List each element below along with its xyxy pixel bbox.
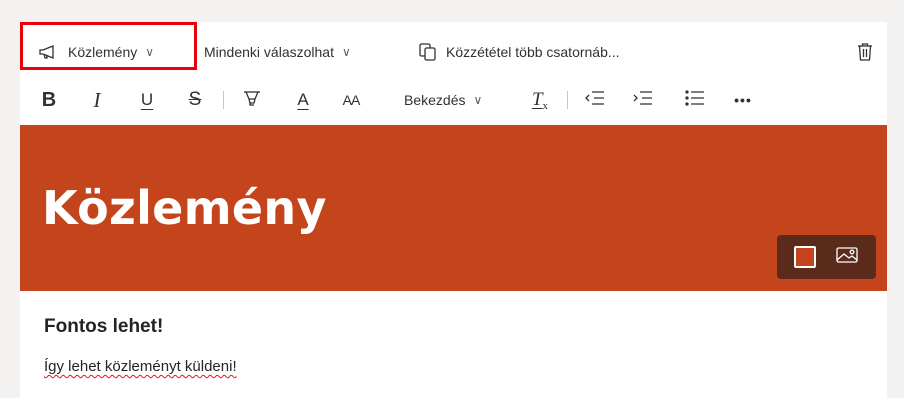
banner-color-picker[interactable] bbox=[794, 246, 817, 268]
italic-icon: I bbox=[93, 87, 101, 112]
compose-card: Közlemény ∨ Mindenki válaszolhat ∨ Közzé… bbox=[20, 22, 887, 398]
chevron-down-icon: ∨ bbox=[341, 45, 351, 59]
formatting-toolbar: B I U S A AA Bekezdés ∨ Tx ••• bbox=[20, 82, 887, 118]
highlighter-icon bbox=[242, 88, 262, 113]
paragraph-dropdown[interactable]: Bekezdés ∨ bbox=[404, 82, 482, 118]
font-size-icon: AA bbox=[342, 92, 361, 108]
clear-formatting-icon: Tx bbox=[531, 89, 549, 112]
chevron-down-icon: ∨ bbox=[145, 45, 155, 59]
announcement-banner[interactable]: Közlemény bbox=[20, 125, 887, 291]
compose-top-toolbar: Közlemény ∨ Mindenki válaszolhat ∨ Közzé… bbox=[20, 22, 887, 70]
increase-indent-button[interactable] bbox=[630, 82, 656, 118]
highlight-button[interactable] bbox=[240, 82, 264, 118]
reply-setting-dropdown[interactable]: Mindenki válaszolhat ∨ bbox=[204, 34, 351, 70]
megaphone-icon bbox=[38, 43, 60, 61]
decrease-indent-button[interactable] bbox=[582, 82, 608, 118]
bold-icon: B bbox=[41, 88, 57, 111]
banner-title[interactable]: Közlemény bbox=[42, 181, 327, 235]
crosspost-label: Közzététel több csatornáb... bbox=[446, 44, 620, 60]
post-body[interactable]: Így lehet közleményt küldeni! bbox=[44, 358, 237, 375]
chevron-down-icon: ∨ bbox=[473, 93, 483, 107]
decrease-indent-icon bbox=[584, 89, 606, 112]
increase-indent-icon bbox=[632, 89, 654, 112]
banner-tools bbox=[777, 235, 876, 279]
font-color-button[interactable]: A bbox=[292, 82, 314, 118]
strikethrough-button[interactable]: S bbox=[184, 82, 206, 118]
more-options-icon: ••• bbox=[734, 92, 752, 108]
bulleted-list-icon bbox=[684, 89, 706, 112]
paragraph-label: Bekezdés bbox=[404, 92, 466, 108]
bold-button[interactable]: B bbox=[38, 82, 60, 118]
reply-setting-label: Mindenki válaszolhat bbox=[204, 44, 334, 60]
strikethrough-icon: S bbox=[188, 89, 202, 110]
more-options-button[interactable]: ••• bbox=[730, 82, 756, 118]
toolbar-separator bbox=[567, 91, 568, 109]
clear-formatting-button[interactable]: Tx bbox=[528, 82, 552, 118]
image-icon[interactable] bbox=[835, 245, 859, 270]
toolbar-separator bbox=[223, 91, 224, 109]
post-type-dropdown[interactable]: Közlemény ∨ bbox=[38, 34, 154, 70]
italic-button[interactable]: I bbox=[86, 82, 108, 118]
underline-button[interactable]: U bbox=[136, 82, 158, 118]
delete-button[interactable] bbox=[857, 34, 873, 70]
bulleted-list-button[interactable] bbox=[682, 82, 708, 118]
underline-icon: U bbox=[140, 90, 154, 109]
post-type-label: Közlemény bbox=[68, 44, 138, 60]
crosspost-button[interactable]: Közzététel több csatornáb... bbox=[418, 34, 620, 70]
post-subject[interactable]: Fontos lehet! bbox=[44, 316, 163, 338]
font-color-icon: A bbox=[297, 90, 309, 109]
trash-icon bbox=[857, 42, 873, 62]
copy-icon bbox=[418, 42, 438, 62]
font-size-button[interactable]: AA bbox=[338, 82, 364, 118]
